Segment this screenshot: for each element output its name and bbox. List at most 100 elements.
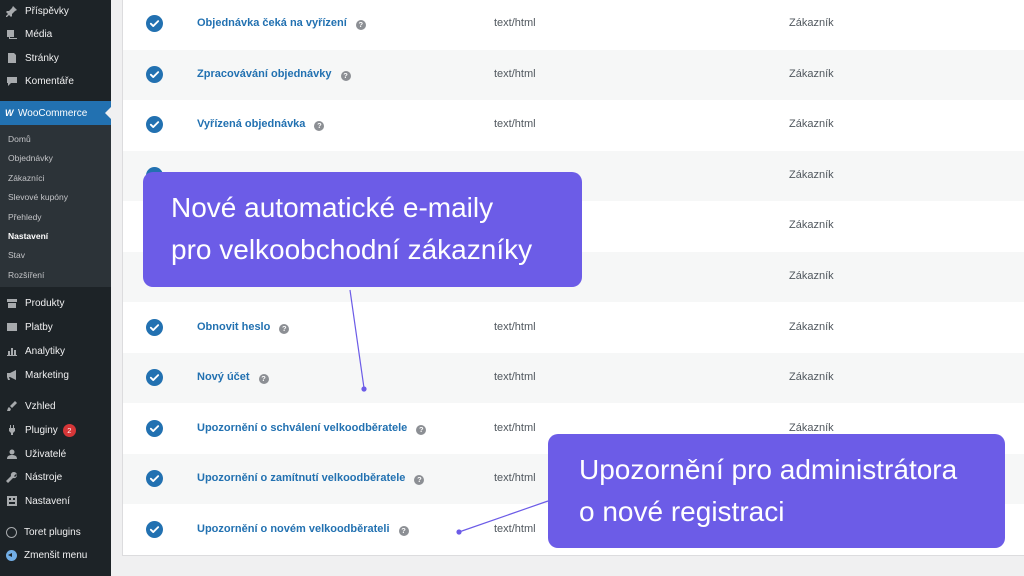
recipient: Zákazník — [789, 270, 834, 282]
email-title: Obnovit heslo — [197, 320, 271, 333]
circle-icon — [6, 526, 17, 538]
email-title-link[interactable]: Upozornění o novém velkoodběrateli? — [197, 523, 409, 536]
sidebar-item-label: Zmenšit menu — [24, 549, 88, 561]
email-title: Upozornění o zamítnutí velkoodběratele — [197, 472, 406, 485]
sidebar-item-vzhled[interactable]: Vzhled — [0, 395, 111, 417]
help-tip-icon[interactable]: ? — [355, 20, 366, 30]
sidebar-item-label: Analytiky — [25, 345, 66, 357]
enabled-check-icon — [146, 65, 163, 83]
sidebar-item-zmensit-menu[interactable]: Zmenšit menu — [0, 544, 111, 566]
submenu-item-objednavky[interactable]: Objednávky — [8, 153, 53, 163]
email-title: Upozornění o schválení velkoodběratele — [197, 421, 408, 434]
sidebar-item-label: Nástroje — [25, 471, 63, 483]
submenu-item-zakaznici[interactable]: Zákazníci — [8, 173, 44, 183]
sidebar-item-platby[interactable]: Platby — [0, 316, 111, 338]
content-type: text/html — [494, 421, 536, 434]
sidebar-item-uzivatele[interactable]: Uživatelé — [0, 443, 111, 465]
sidebar-item-label: Stránky — [25, 52, 59, 64]
content-type: text/html — [494, 118, 536, 131]
comment-icon — [6, 75, 18, 87]
plugin-icon — [6, 424, 18, 436]
enabled-check-icon — [146, 419, 163, 437]
email-title-link[interactable]: Objednávka čeká na vyřízení? — [197, 17, 366, 30]
help-tip-icon[interactable]: ? — [279, 323, 290, 334]
help-tip-icon[interactable]: ? — [416, 424, 427, 435]
sidebar-item-analytiky[interactable]: Analytiky — [0, 340, 111, 362]
sidebar-item-nastroje[interactable]: Nástroje — [0, 466, 111, 488]
enabled-check-icon — [146, 116, 163, 134]
enabled-check-icon — [146, 318, 163, 336]
email-title-link[interactable]: Upozornění o schválení velkoodběratele? — [197, 421, 427, 435]
callout-admin-notification: Upozornění pro administrátora o nové reg… — [548, 434, 1005, 548]
submenu-item-stav[interactable]: Stav — [8, 250, 25, 260]
sidebar-item-nastaveni[interactable]: Nastavení — [0, 490, 111, 512]
sidebar-item-label: Produkty — [25, 297, 65, 309]
email-title-link[interactable]: Vyřízená objednávka? — [197, 118, 325, 132]
email-title: Upozornění o novém velkoodběrateli — [197, 523, 390, 535]
woocommerce-logo-icon: W — [5, 108, 14, 118]
email-title-link[interactable]: Nový účet? — [197, 371, 269, 385]
content-type: text/html — [494, 472, 536, 485]
email-title-link[interactable]: Obnovit heslo? — [197, 320, 290, 334]
callout-line: Nové automatické e-maily — [171, 192, 494, 223]
enabled-check-icon — [146, 15, 163, 32]
help-tip-icon[interactable]: ? — [314, 121, 325, 132]
sidebar-item-label: Uživatelé — [25, 448, 67, 460]
megaphone-icon — [6, 369, 18, 381]
content-type: text/html — [494, 523, 536, 535]
submenu-item-slevove-kupony[interactable]: Slevové kupóny — [8, 192, 68, 202]
content-type: text/html — [494, 17, 536, 29]
email-title-link[interactable]: Zpracovávání objednávky? — [197, 68, 351, 81]
sidebar-item-prispevky[interactable]: Příspěvky — [0, 0, 111, 22]
recipient: Zákazník — [789, 320, 834, 333]
sidebar-item-label: Platby — [25, 321, 53, 333]
sidebar-item-media[interactable]: Média — [0, 23, 111, 45]
wrench-icon — [6, 471, 18, 483]
pin-icon — [6, 5, 18, 17]
sidebar-item-label: Komentáře — [25, 75, 74, 87]
table-row: Nový účet? text/html Zákazník — [123, 353, 1024, 404]
money-icon — [6, 321, 18, 333]
recipient: Zákazník — [789, 371, 834, 384]
recipient: Zákazník — [789, 17, 834, 29]
media-icon — [6, 28, 18, 40]
sidebar-item-pluginy[interactable]: Pluginy 2 — [0, 419, 111, 441]
email-title-link[interactable]: Upozornění o zamítnutí velkoodběratele? — [197, 472, 425, 486]
submenu-item-prehledy[interactable]: Přehledy — [8, 212, 42, 222]
settings-icon — [6, 495, 18, 507]
recipient: Zákazník — [789, 421, 834, 434]
help-tip-icon[interactable]: ? — [340, 70, 351, 81]
sidebar-item-label: Příspěvky — [25, 5, 69, 17]
sidebar-item-label: Toret plugins — [24, 526, 81, 538]
content-type: text/html — [494, 67, 536, 80]
update-count-badge: 2 — [62, 423, 76, 437]
help-tip-icon[interactable]: ? — [258, 374, 269, 385]
recipient: Zákazník — [789, 118, 834, 131]
sidebar-item-label: Nastavení — [25, 495, 71, 507]
pages-icon — [6, 52, 18, 64]
recipient: Zákazník — [789, 219, 834, 232]
sidebar-item-stranky[interactable]: Stránky — [0, 47, 111, 69]
callout-line: o nové registraci — [579, 496, 785, 527]
submenu-item-rozsireni[interactable]: Rozšíření — [8, 270, 44, 280]
sidebar-item-komentare[interactable]: Komentáře — [0, 70, 111, 92]
recipient: Zákazník — [789, 67, 834, 80]
sidebar-item-label: Média — [25, 28, 53, 40]
sidebar-item-toret-plugins[interactable]: Toret plugins — [0, 521, 111, 543]
brush-icon — [6, 400, 18, 412]
email-title: Vyřízená objednávka — [197, 118, 306, 131]
help-tip-icon[interactable]: ? — [414, 475, 425, 486]
submenu-item-domu[interactable]: Domů — [8, 134, 31, 144]
content-type: text/html — [494, 320, 536, 333]
submenu-item-nastaveni[interactable]: Nastavení — [8, 231, 48, 241]
help-tip-icon[interactable]: ? — [398, 526, 409, 536]
enabled-check-icon — [146, 470, 163, 488]
callout-line: Upozornění pro administrátora — [579, 454, 958, 485]
user-icon — [6, 448, 18, 460]
sidebar-item-produkty[interactable]: Produkty — [0, 292, 111, 314]
table-row: Obnovit heslo? text/html Zákazník — [123, 303, 1024, 353]
enabled-check-icon — [146, 369, 163, 387]
sidebar-item-woocommerce[interactable]: W WooCommerce — [0, 101, 111, 125]
email-title: Nový účet — [197, 371, 250, 384]
sidebar-item-marketing[interactable]: Marketing — [0, 364, 111, 386]
